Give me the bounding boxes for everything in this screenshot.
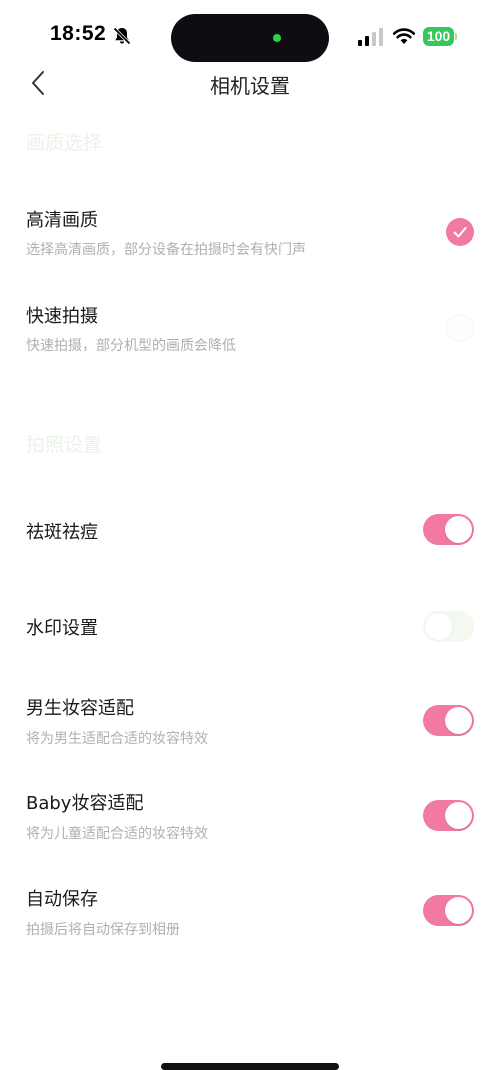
setting-row-fast-capture[interactable]: 快速拍摄 快速拍摄，部分机型的画质会降低 <box>0 292 500 372</box>
row-subtitle: 选择高清画质，部分设备在拍摄时会有快门声 <box>26 242 306 258</box>
cellular-signal-icon <box>358 28 383 46</box>
battery-indicator: 100 <box>423 27 457 47</box>
checkmark-icon <box>453 227 467 238</box>
row-subtitle: 将为男生适配合适的妆容特效 <box>26 731 208 747</box>
toggle-knob <box>445 802 472 829</box>
home-indicator[interactable] <box>161 1063 339 1070</box>
toggle-knob <box>445 897 472 924</box>
toggle-knob <box>425 613 452 640</box>
row-subtitle: 拍摄后将自动保存到相册 <box>26 922 180 938</box>
toggle-knob <box>445 707 472 734</box>
battery-level: 100 <box>423 27 454 46</box>
row-title: 祛斑祛痘 <box>26 522 98 543</box>
section-header-photo: 拍照设置 <box>26 434 103 456</box>
setting-row-blemish-removal[interactable]: 祛斑祛痘 <box>0 510 500 550</box>
camera-indicator-dot <box>273 34 281 42</box>
blemish-removal-toggle[interactable] <box>423 514 474 545</box>
auto-save-toggle[interactable] <box>423 895 474 926</box>
setting-row-baby-makeup[interactable]: Baby妆容适配 将为儿童适配合适的妆容特效 <box>0 781 500 851</box>
setting-row-watermark[interactable]: 水印设置 <box>0 606 500 646</box>
male-makeup-toggle[interactable] <box>423 705 474 736</box>
row-subtitle: 快速拍摄，部分机型的画质会降低 <box>26 338 236 354</box>
setting-row-auto-save[interactable]: 自动保存 拍摄后将自动保存到相册 <box>0 877 500 947</box>
row-title: 快速拍摄 <box>26 306 98 327</box>
page-title: 相机设置 <box>210 74 290 98</box>
dynamic-island <box>171 14 329 62</box>
wifi-icon <box>392 28 416 44</box>
row-title: 高清画质 <box>26 210 98 231</box>
section-header-quality: 画质选择 <box>26 132 103 154</box>
row-subtitle: 将为儿童适配合适的妆容特效 <box>26 826 208 842</box>
bell-muted-icon <box>113 27 131 45</box>
hd-quality-radio[interactable] <box>446 218 474 246</box>
toggle-knob <box>445 516 472 543</box>
fast-capture-radio[interactable] <box>446 314 474 342</box>
row-title: 自动保存 <box>26 889 98 910</box>
watermark-toggle[interactable] <box>423 611 474 642</box>
battery-tip <box>455 33 457 40</box>
status-bar: 18:52 100 <box>0 0 500 70</box>
row-title: 男生妆容适配 <box>26 698 134 719</box>
setting-row-male-makeup[interactable]: 男生妆容适配 将为男生适配合适的妆容特效 <box>0 686 500 756</box>
setting-row-hd-quality[interactable]: 高清画质 选择高清画质，部分设备在拍摄时会有快门声 <box>0 196 500 276</box>
row-title: 水印设置 <box>26 618 98 639</box>
status-time: 18:52 <box>50 22 107 45</box>
baby-makeup-toggle[interactable] <box>423 800 474 831</box>
row-title: Baby妆容适配 <box>26 793 144 814</box>
